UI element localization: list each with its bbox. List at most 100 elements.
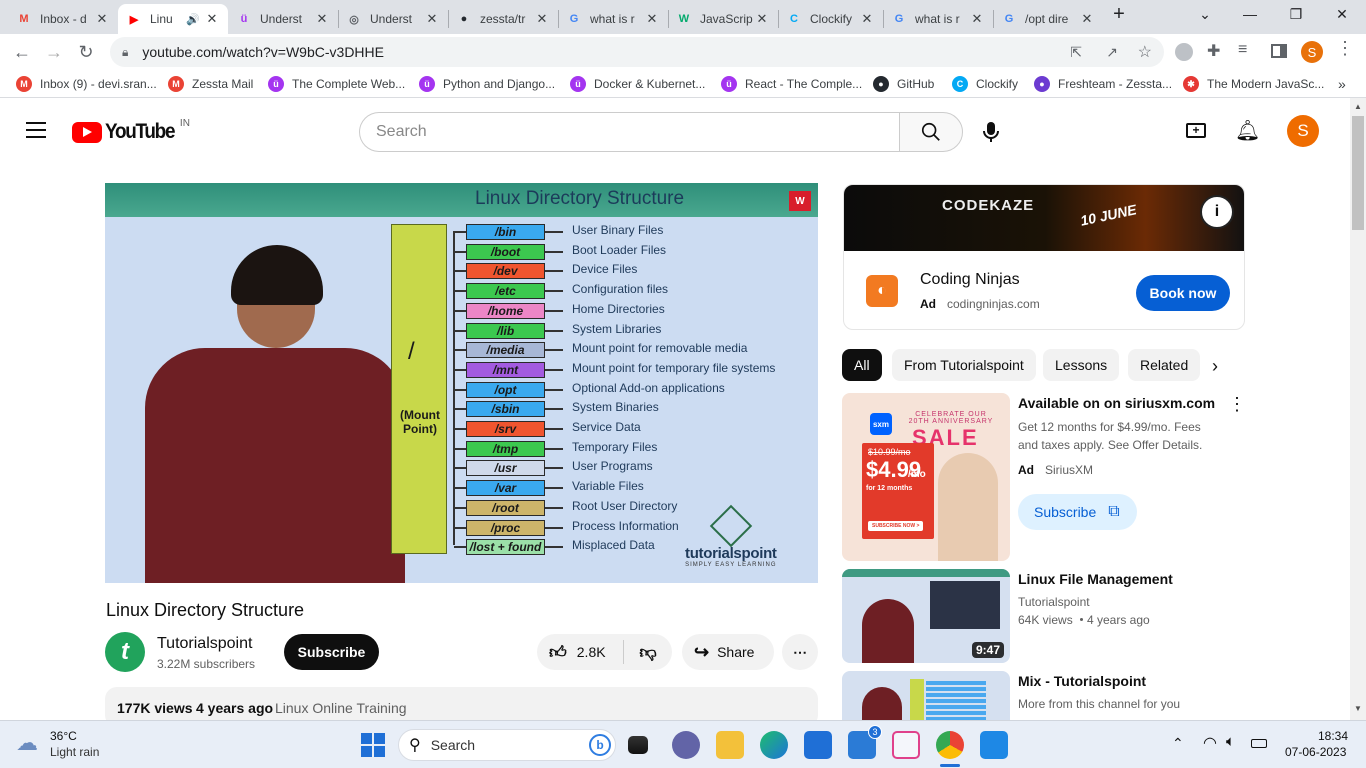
snipping-tool-icon[interactable] [892,731,920,759]
tab-search-icon[interactable]: ⌄ [1190,6,1220,23]
subscribe-button[interactable]: Subscribe [284,634,379,670]
scroll-up-arrow[interactable]: ▲ [1354,102,1362,111]
video-title-1[interactable]: Linux File Management [1018,571,1173,587]
profile-avatar[interactable]: S [1301,41,1323,63]
bookmark-star-icon[interactable]: ☆ [1138,42,1152,62]
bookmark-item[interactable]: C Clockify [952,76,1018,92]
video-player[interactable]: Linux Directory Structure W / (Mount Poi… [105,183,818,583]
promo-subscribe-button[interactable]: Subscribe ⧉ [1018,494,1137,530]
new-tab-button[interactable]: + [1104,3,1134,26]
video-thumbnail-1[interactable]: 9:47 [842,569,1010,663]
browser-tab[interactable]: Gwhat is r ✕ [883,4,993,34]
browser-tab[interactable]: ● zessta/tr ✕ [448,4,558,34]
chips-next-icon[interactable]: › [1212,356,1218,377]
edge-icon[interactable] [760,731,788,759]
close-tab-icon[interactable]: ✕ [424,11,440,27]
close-tab-icon[interactable]: ✕ [859,11,875,27]
scroll-down-arrow[interactable]: ▼ [1354,704,1362,713]
promo-title[interactable]: Available on on siriusxm.com [1018,395,1215,411]
vscode-icon[interactable] [980,731,1008,759]
taskbar-search[interactable]: ⚲ Search b [398,729,616,761]
browser-tab[interactable]: C Clockify ✕ [778,4,883,34]
video-title-2[interactable]: Mix - Tutorialspoint [1018,673,1146,689]
extensions-puzzle-icon[interactable]: ✚ [1207,41,1220,61]
clock-date[interactable]: 07-06-2023 [1285,745,1346,759]
side-panel-icon[interactable] [1271,44,1287,58]
bookmarks-overflow-icon[interactable]: » [1338,76,1346,92]
filter-chip[interactable]: Lessons [1043,349,1120,381]
browser-tab[interactable]: ◎ Underst ✕ [338,4,448,34]
search-input[interactable]: Search [359,112,900,152]
bookmark-item[interactable]: M Inbox (9) - devi.sran... [16,76,157,92]
account-avatar[interactable]: S [1287,115,1319,147]
share-button[interactable]: ↪ Share [682,634,774,670]
bookmark-item[interactable]: ● Freshteam - Zessta... [1034,76,1172,92]
media-controls-icon[interactable]: ≡ [1238,41,1247,59]
volume-icon[interactable]: 🔈︎ [1226,733,1235,750]
bookmark-item[interactable]: ü Python and Django... [419,76,555,92]
share-page-icon[interactable]: ↗ [1106,44,1118,61]
weather-desc[interactable]: Light rain [50,745,99,759]
promo-thumbnail[interactable]: sxm CELEBRATE OUR 20TH ANNIVERSARY SALE … [842,393,1010,561]
close-tab-icon[interactable]: ✕ [754,11,770,27]
like-button[interactable]: 👍︎ 2.8K [537,634,623,670]
browser-tab[interactable]: M Inbox - d ✕ [8,4,118,34]
ad-info-icon[interactable]: i [1200,195,1234,229]
channel-avatar[interactable]: t [105,632,145,672]
mail-icon[interactable]: 3 [848,725,882,759]
browser-tab[interactable]: ▶ Linu 🔊 ✕ [118,4,228,34]
video-thumbnail-2[interactable] [842,671,1010,720]
bookmark-item[interactable]: ✱ The Modern JavaSc... [1183,76,1324,92]
clock-time[interactable]: 18:34 [1318,729,1348,743]
bookmark-item[interactable]: ● GitHub [873,76,934,92]
voice-search-button[interactable] [971,112,1011,152]
close-tab-icon[interactable]: ✕ [204,11,220,27]
filter-chip[interactable]: All [842,349,882,381]
address-bar[interactable]: 🔒︎ youtube.com/watch?v=W9bC-v3DHHE ⇱ ↗ ☆ [110,37,1164,67]
promo-menu-icon[interactable]: ⋮ [1228,394,1246,415]
hamburger-menu-icon[interactable] [26,122,46,138]
bookmark-item[interactable]: ü React - The Comple... [721,76,862,92]
back-arrow-icon[interactable]: ← [10,40,34,64]
more-actions-button[interactable]: ⋯ [782,634,818,670]
restore-window-icon[interactable]: ❐ [1281,6,1311,23]
dislike-button[interactable]: 👎︎ [624,634,672,670]
store-icon[interactable] [804,731,832,759]
bookmark-item[interactable]: M Zessta Mail [168,76,253,92]
filter-chip[interactable]: Related [1128,349,1200,381]
close-tab-icon[interactable]: ✕ [969,11,985,27]
show-hidden-icons[interactable]: ⌃ [1172,735,1184,752]
close-tab-icon[interactable]: ✕ [94,11,110,27]
task-view-icon[interactable] [628,736,648,754]
bookmark-item[interactable]: ü Docker & Kubernet... [570,76,705,92]
start-button[interactable] [361,733,385,757]
tab-audio-icon[interactable]: 🔊 [186,13,200,26]
battery-icon[interactable] [1251,739,1267,748]
close-window-icon[interactable]: ✕ [1327,6,1357,23]
weather-icon[interactable]: ☁ [16,730,38,756]
extension-icon-1[interactable] [1175,43,1193,61]
hashtag-link[interactable]: Linux Online Training [275,700,407,716]
channel-name[interactable]: Tutorialspoint [157,635,252,653]
teams-chat-icon[interactable] [672,731,700,759]
close-tab-icon[interactable]: ✕ [644,11,660,27]
wifi-icon[interactable]: ◠ [1203,733,1217,753]
page-scrollbar[interactable]: ▲ ▼ [1350,98,1366,720]
notifications-bell-icon[interactable]: 🔔︎ [1235,118,1260,143]
browser-tab[interactable]: G/opt dire ✕ [993,4,1103,34]
filter-chip[interactable]: From Tutorialspoint [892,349,1036,381]
open-in-app-icon[interactable]: ⇱ [1070,44,1082,61]
bookmark-item[interactable]: ü The Complete Web... [268,76,405,92]
browser-tab[interactable]: W JavaScrip ✕ [668,4,778,34]
close-tab-icon[interactable]: ✕ [1079,11,1095,27]
weather-temp[interactable]: 36°C [50,729,77,743]
browser-tab[interactable]: ü Underst ✕ [228,4,338,34]
close-tab-icon[interactable]: ✕ [534,11,550,27]
reload-icon[interactable]: ↻ [74,40,98,64]
browser-menu-icon[interactable]: ⋮ [1336,38,1354,59]
close-tab-icon[interactable]: ✕ [314,11,330,27]
forward-arrow-icon[interactable]: → [42,40,66,64]
ad-card[interactable]: CODEKAZE 10 JUNE i ◐ Coding Ninjas Ad co… [843,184,1245,330]
scroll-thumb[interactable] [1352,116,1364,230]
chrome-icon[interactable] [936,731,964,759]
